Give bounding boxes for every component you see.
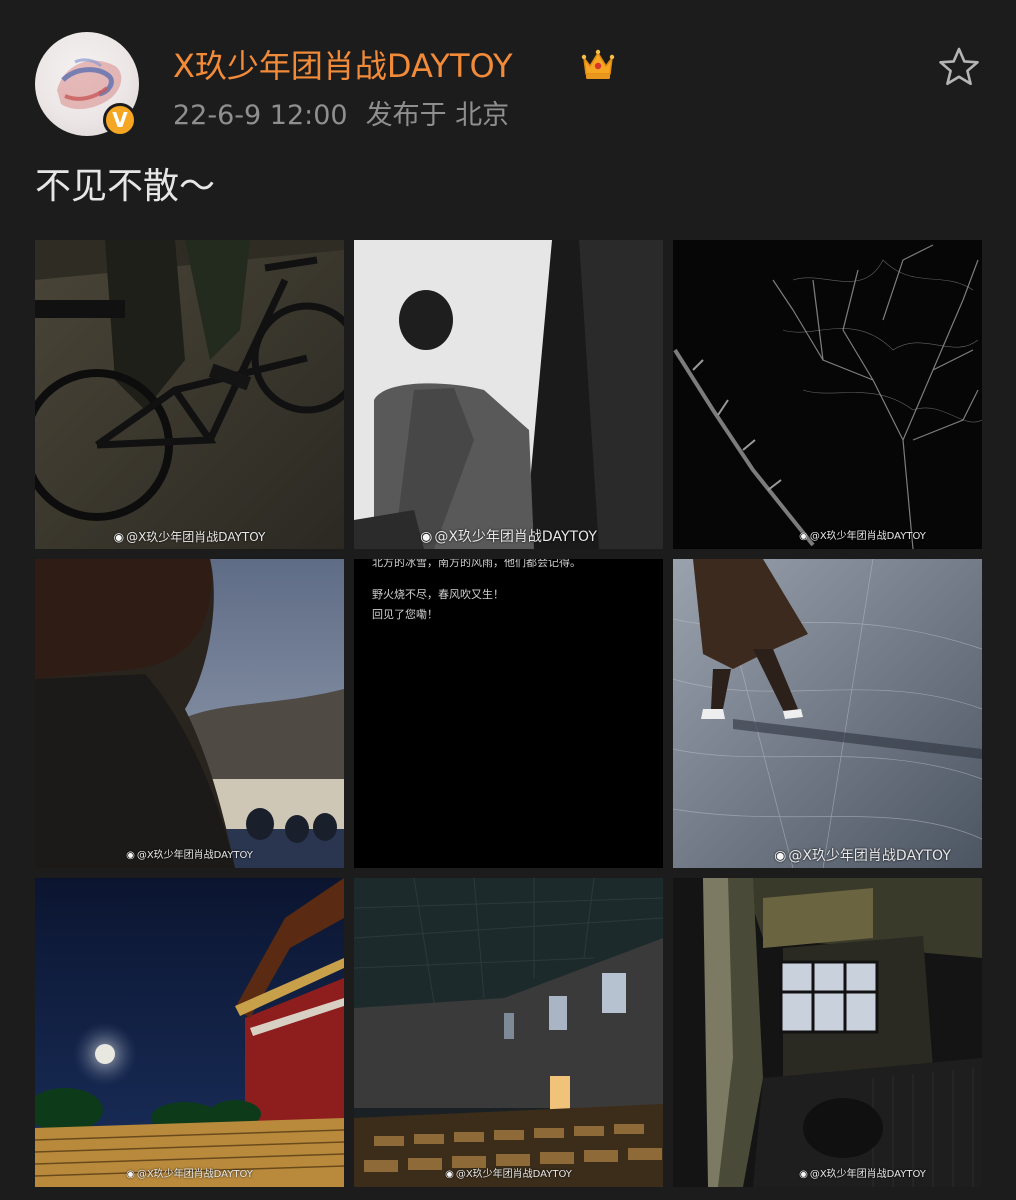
weibo-logo-icon: ◉	[113, 530, 125, 544]
photo-palace-night[interactable]: ◉ @X玖少年团肖战DAYTOY	[35, 878, 344, 1187]
post-location: 发布于 北京	[365, 100, 510, 131]
photo-watermark: ◉ @X玖少年团肖战DAYTOY	[743, 848, 982, 864]
photo-watermark: ◉ @X玖少年团肖战DAYTOY	[743, 1167, 982, 1183]
photo-watermark: ◉ @X玖少年团肖战DAYTOY	[354, 1167, 663, 1183]
watermark-text: @X玖少年团肖战DAYTOY	[455, 1169, 572, 1180]
weibo-logo-icon: ◉	[420, 529, 433, 545]
weibo-post: V X玖少年团肖战DAYTOY 22-6-9 12:00 发布于 北京 不见不散～	[0, 0, 1016, 1200]
weibo-logo-icon: ◉	[126, 850, 135, 861]
watermark-text: @X玖少年团肖战DAYTOY	[136, 1169, 253, 1180]
text-line: 北方的冰雪，南方的风雨，他们都会记得。	[372, 559, 581, 569]
weibo-logo-icon: ◉	[445, 1169, 454, 1180]
photo-figure-field-art	[35, 559, 344, 868]
photo-watermark: ◉ @X玖少年团肖战DAYTOY	[35, 1167, 344, 1183]
photo-figure-field[interactable]: ◉ @X玖少年团肖战DAYTOY	[35, 559, 344, 868]
photo-watermark: ◉ @X玖少年团肖战DAYTOY	[743, 529, 982, 545]
star-outline-icon[interactable]	[936, 44, 982, 90]
post-meta: 22-6-9 12:00 发布于 北京	[173, 96, 527, 136]
post-date: 22-6-9 12:00	[173, 100, 348, 131]
photo-watermark: ◉ @X玖少年团肖战DAYTOY	[354, 529, 663, 545]
photo-ice-skating-art	[673, 559, 982, 868]
post-text: 不见不散～	[35, 166, 216, 207]
text-line: 野火烧不尽，春风吹又生！	[372, 588, 504, 601]
watermark-text: @X玖少年团肖战DAYTOY	[809, 531, 926, 542]
photo-bicycle[interactable]: ◉ @X玖少年团肖战DAYTOY	[35, 240, 344, 549]
watermark-text: @X玖少年团肖战DAYTOY	[136, 850, 253, 861]
photo-figure-window-art	[354, 240, 663, 549]
crown-icon[interactable]	[578, 44, 618, 84]
photo-night-tree[interactable]: ◉ @X玖少年团肖战DAYTOY	[673, 240, 982, 549]
verified-badge-icon: V	[103, 103, 137, 137]
photo-dark-window[interactable]: ◉ @X玖少年团肖战DAYTOY	[673, 878, 982, 1187]
weibo-logo-icon: ◉	[774, 848, 787, 864]
photo-watermark: ◉ @X玖少年团肖战DAYTOY	[35, 529, 344, 545]
weibo-logo-icon: ◉	[799, 1169, 808, 1180]
text-line: 回见了您嘞！	[372, 608, 438, 621]
weibo-logo-icon: ◉	[799, 531, 808, 542]
watermark-text: @X玖少年团肖战DAYTOY	[126, 530, 266, 544]
username[interactable]: X玖少年团肖战DAYTOY	[173, 44, 513, 88]
photo-figure-window[interactable]: ◉ @X玖少年团肖战DAYTOY	[354, 240, 663, 549]
watermark-text: @X玖少年团肖战DAYTOY	[434, 529, 597, 545]
photo-auditorium[interactable]: ◉ @X玖少年团肖战DAYTOY	[354, 878, 663, 1187]
photo-text-card[interactable]: 北方的冰雪，南方的风雨，他们都会记得。 野火烧不尽，春风吹又生！ 回见了您嘞！	[354, 559, 663, 868]
photo-grid: ◉ @X玖少年团肖战DAYTOY ◉ @X玖少年团肖战DAYTOY ◉ @X玖少…	[35, 240, 982, 1187]
photo-auditorium-art	[354, 878, 663, 1187]
photo-dark-window-art	[673, 878, 982, 1187]
photo-watermark: ◉ @X玖少年团肖战DAYTOY	[35, 848, 344, 864]
photo-text-lines: 北方的冰雪，南方的风雨，他们都会记得。 野火烧不尽，春风吹又生！ 回见了您嘞！	[372, 559, 581, 625]
photo-night-tree-art	[673, 240, 982, 549]
photo-palace-night-art	[35, 878, 344, 1187]
watermark-text: @X玖少年团肖战DAYTOY	[809, 1169, 926, 1180]
watermark-text: @X玖少年团肖战DAYTOY	[788, 848, 951, 864]
weibo-logo-icon: ◉	[126, 1169, 135, 1180]
photo-bicycle-art	[35, 240, 344, 549]
photo-ice-skating[interactable]: ◉ @X玖少年团肖战DAYTOY	[673, 559, 982, 868]
